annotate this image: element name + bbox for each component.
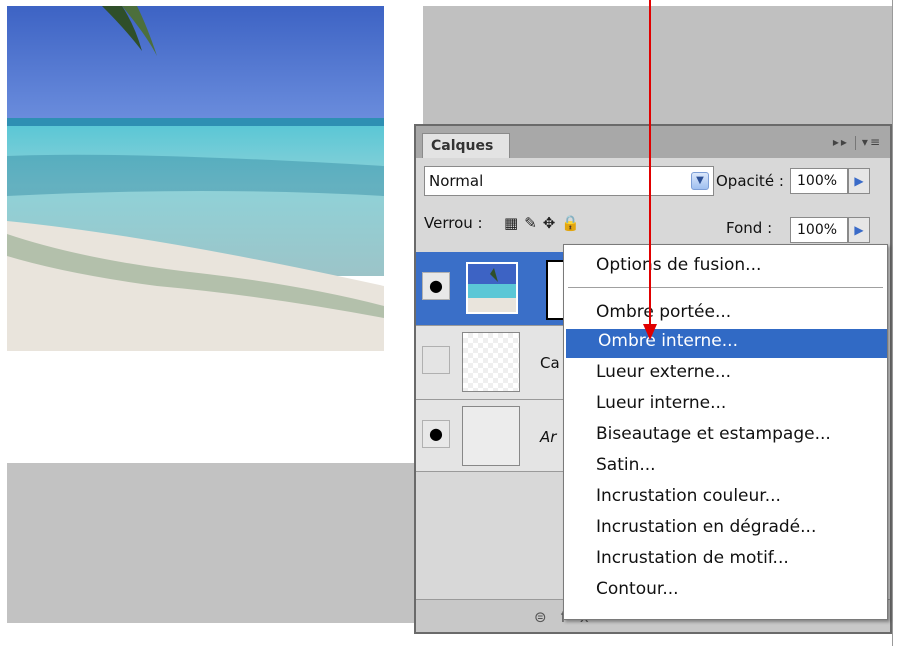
layer-thumbnail — [462, 332, 520, 392]
menu-item-lueur-externe[interactable]: Lueur externe... — [564, 360, 885, 389]
collapse-icon[interactable]: ▸▸ — [833, 135, 849, 149]
menu-item-ombre-portee[interactable]: Ombre portée... — [564, 300, 885, 329]
menu-item-lueur-interne[interactable]: Lueur interne... — [564, 391, 885, 420]
lock-label: Verrou : — [424, 214, 483, 232]
brush-lock-icon[interactable]: ✎ — [524, 214, 537, 232]
layer-thumbnail — [462, 406, 520, 466]
layer-name: Ca — [540, 354, 560, 372]
canvas-background-top — [423, 6, 892, 124]
opacity-arrow-icon[interactable]: ▶ — [848, 168, 870, 194]
layer-style-context-menu: Options de fusion... Ombre portée... Omb… — [563, 244, 888, 620]
menu-item-incrustation-motif[interactable]: Incrustation de motif... — [564, 546, 885, 575]
lock-controls: ▦ ✎ ✥ 🔒 — [504, 214, 586, 232]
eye-icon[interactable]: ● — [422, 420, 450, 448]
menu-item-incrustation-couleur[interactable]: Incrustation couleur... — [564, 484, 885, 513]
layer-row-1[interactable]: ● — [416, 252, 570, 326]
layer-name: Ar — [540, 428, 557, 446]
menu-separator — [568, 287, 883, 288]
canvas-background-bottom — [7, 463, 417, 623]
layer-thumbnail-beach — [466, 262, 518, 314]
move-lock-icon[interactable]: ✥ — [543, 214, 556, 232]
panel-controls: ▸▸ ▾≡ — [833, 135, 882, 150]
fill-arrow-icon[interactable]: ▶ — [848, 217, 870, 243]
blend-mode-value: Normal — [429, 172, 484, 190]
opacity-label: Opacité : — [716, 172, 784, 190]
eye-hidden-icon[interactable] — [422, 346, 450, 374]
layer-row-2[interactable]: Ca — [416, 326, 566, 400]
tab-calques[interactable]: Calques — [422, 133, 510, 158]
menu-item-ombre-interne[interactable]: Ombre interne... — [566, 329, 887, 358]
opacity-input[interactable]: 100% — [790, 168, 848, 194]
fill-label: Fond : — [726, 219, 773, 237]
menu-item-contour[interactable]: Contour... — [564, 577, 885, 606]
link-icon[interactable]: ⊜ — [534, 608, 561, 626]
window-right-edge — [892, 0, 901, 646]
left-edge — [0, 0, 2, 646]
blend-mode-select[interactable]: Normal ▼ — [424, 166, 714, 196]
menu-item-incrustation-degrade[interactable]: Incrustation en dégradé... — [564, 515, 885, 544]
checker-lock-icon[interactable]: ▦ — [504, 214, 518, 232]
fill-input[interactable]: 100% — [790, 217, 848, 243]
panel-titlebar: Calques ▸▸ ▾≡ — [416, 126, 890, 158]
layer-row-3[interactable]: ● Ar — [416, 400, 566, 472]
chevron-down-icon[interactable]: ▼ — [691, 172, 709, 190]
menu-item-options-de-fusion[interactable]: Options de fusion... — [564, 253, 885, 282]
menu-item-satin[interactable]: Satin... — [564, 453, 885, 482]
canvas-beach-image — [7, 6, 384, 351]
panel-menu-icon[interactable]: ▾≡ — [862, 135, 882, 149]
eye-icon[interactable]: ● — [422, 272, 450, 300]
menu-item-biseautage[interactable]: Biseautage et estampage... — [564, 422, 885, 451]
padlock-icon[interactable]: 🔒 — [561, 214, 580, 232]
